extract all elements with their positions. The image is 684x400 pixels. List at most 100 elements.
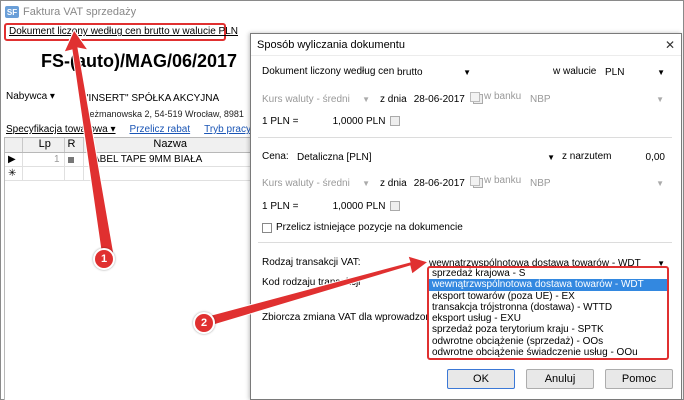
- doc-basis-link[interactable]: Dokument liczony według cen brutto w wal…: [4, 23, 238, 41]
- chevron-down-icon: ▼: [362, 178, 370, 188]
- help-button[interactable]: Pomoc: [605, 369, 673, 389]
- rate1-bank-checkbox: [470, 91, 480, 102]
- close-icon[interactable]: ✕: [665, 38, 675, 52]
- doc-basis-combo[interactable]: brutto ▼: [394, 64, 474, 80]
- dialog-titlebar: Sposób wyliczania dokumentu: [251, 34, 681, 56]
- rate2-conv-row: 1 PLN = 1,0000 PLN: [262, 198, 401, 214]
- rate2-conv-left: 1 PLN =: [262, 200, 299, 212]
- rate2-bank-checkbox: [470, 175, 480, 186]
- rate1-conv-field: 1,0000 PLN: [332, 115, 386, 127]
- divider: [258, 242, 672, 243]
- currency-label-wrap: w walucie: [553, 66, 596, 77]
- rate2-bank-wrap: w banku: [470, 175, 521, 186]
- cena-value: Detaliczna [PLN]: [297, 151, 372, 163]
- rate2-date-wrap: z dnia 28-06-2017: [380, 175, 483, 191]
- nabywca-label: Nabywca: [6, 91, 48, 102]
- rate1-conv-row: 1 PLN = 1,0000 PLN: [262, 113, 401, 129]
- chevron-down-icon: ▼: [547, 152, 555, 162]
- list-item[interactable]: odwrotne obciążenie świadczenie usług - …: [429, 347, 667, 358]
- cena-label-wrap: Cena:: [262, 151, 289, 162]
- narzut-field[interactable]: 0,00: [614, 149, 668, 165]
- rate1-row: Kurs waluty - średni ▼: [262, 91, 370, 107]
- rate2-date-field: 28-06-2017: [413, 177, 465, 189]
- list-item[interactable]: eksport usług - EXU: [429, 313, 667, 324]
- cell-nazwa: [84, 167, 253, 180]
- chevron-down-icon: ▾: [49, 91, 55, 102]
- przelicz-rabat-link[interactable]: Przelicz rabat: [130, 124, 191, 135]
- recalc-checkbox-row[interactable]: Przelicz istniejące pozycje na dokumenci…: [262, 222, 463, 233]
- currency-label: w walucie: [553, 66, 597, 77]
- cell-lp: [23, 167, 65, 180]
- new-row-icon: ✳: [5, 167, 23, 180]
- invoice-titlebar: SF Faktura VAT sprzedaży: [1, 1, 683, 23]
- table-row[interactable]: ▶ 1 LABEL TAPE 9MM BIAŁA: [5, 153, 253, 167]
- list-item[interactable]: eksport towarów (poza UE) - EX: [429, 291, 667, 302]
- list-item[interactable]: transakcja trójstronna (dostawa) - WTTD: [429, 302, 667, 313]
- doc-basis-label: Dokument liczony według cen: [262, 66, 395, 77]
- nabywca-button[interactable]: Nabywca ▾: [6, 91, 55, 102]
- zbiorcza-label-wrap: Zbiorcza zmiana VAT dla wprowadzonych: [262, 312, 447, 323]
- cena-combo[interactable]: Detaliczna [PLN] ▼: [294, 149, 558, 165]
- rate1-conv-left: 1 PLN =: [262, 115, 299, 127]
- list-item-selected[interactable]: wewnątrzwspólnotowa dostawa towarów - WD…: [429, 279, 667, 291]
- ok-button[interactable]: OK: [447, 369, 515, 389]
- cell-nazwa: LABEL TAPE 9MM BIAŁA: [87, 154, 203, 165]
- grid-col-nazwa: Nazwa: [153, 138, 187, 150]
- rate2-row: Kurs waluty - średni ▼: [262, 175, 370, 191]
- spec-menu[interactable]: Specyfikacja towarowa ▾: [6, 124, 116, 135]
- chevron-down-icon: ▼: [656, 94, 664, 104]
- narzut-label: z narzutem: [562, 151, 612, 162]
- cell-r: [65, 167, 85, 180]
- rate2-bank-label: w banku: [484, 175, 522, 186]
- divider: [258, 137, 672, 138]
- invoice-window-title: Faktura VAT sprzedaży: [23, 6, 137, 18]
- chevron-down-icon: ▼: [362, 94, 370, 104]
- grid-col-r: R: [65, 138, 85, 152]
- spec-label: Specyfikacja towarowa: [6, 124, 108, 135]
- callout-badge-2: 2: [193, 312, 215, 334]
- rate1-date-label: z dnia: [380, 93, 407, 105]
- chevron-down-icon: ▼: [657, 67, 665, 77]
- narzut-wrap: z narzutem: [562, 151, 611, 162]
- kod-label-wrap: Kod rodzaju transakcji: [262, 277, 360, 288]
- recalc-checkbox[interactable]: [262, 222, 272, 233]
- currency-combo[interactable]: PLN ▼: [602, 64, 668, 80]
- vat-trans-label-wrap: Rodzaj transakcji VAT:: [262, 257, 361, 268]
- table-row-new[interactable]: ✳: [5, 167, 253, 181]
- row-pointer-icon: ▶: [5, 153, 23, 166]
- narzut-value: 0,00: [645, 151, 665, 163]
- grid-header: Lp R Nazwa: [5, 138, 253, 153]
- rate1-date-wrap: z dnia 28-06-2017: [380, 91, 483, 107]
- spec-toolbar: Specyfikacja towarowa ▾ Przelicz rabat T…: [6, 124, 266, 135]
- rate2-conv-field: 1,0000 PLN: [332, 200, 386, 212]
- list-item[interactable]: odwrotne obciążenie (sprzedaż) - OOs: [429, 336, 667, 347]
- rate2-bank-combo: NBP ▼: [527, 175, 667, 191]
- cena-label: Cena:: [262, 151, 289, 162]
- rate1-bank-wrap: w banku: [470, 91, 521, 102]
- dialog-title: Sposób wyliczania dokumentu: [257, 38, 405, 51]
- recalc-label: Przelicz istniejące pozycje na dokumenci…: [276, 222, 463, 233]
- grid-col-indicator: [5, 138, 23, 152]
- kod-label: Kod rodzaju transakcji: [262, 277, 361, 288]
- list-item[interactable]: sprzedaż krajowa - S: [429, 268, 667, 279]
- calculator-icon: [390, 116, 401, 126]
- customer-name: "INSERT" SPÓŁKA AKCYJNA: [85, 93, 220, 104]
- rate2-kurs-label: Kurs waluty - średni: [262, 177, 350, 189]
- cell-r: [65, 153, 85, 166]
- rate1-bank-label: w banku: [484, 91, 522, 102]
- vat-trans-options: sprzedaż krajowa - S wewnątrzwspólnotowa…: [427, 266, 669, 361]
- grid-col-lp: Lp: [23, 138, 65, 152]
- rate2-date-label: z dnia: [380, 177, 407, 189]
- row-marker-icon: [67, 156, 74, 163]
- rate2-bank-value: NBP: [530, 177, 551, 189]
- list-item[interactable]: sprzedaż poza terytorium kraju - SPTK: [429, 324, 667, 335]
- rate1-kurs-label: Kurs waluty - średni: [262, 93, 350, 105]
- rate1-bank-value: NBP: [530, 93, 551, 105]
- app-icon: SF: [5, 6, 19, 18]
- cancel-button[interactable]: Anuluj: [526, 369, 594, 389]
- calculator-icon: [390, 201, 401, 211]
- items-grid[interactable]: Lp R Nazwa ▶ 1 LABEL TAPE 9MM BIAŁA ✳: [4, 137, 254, 400]
- zbiorcza-label: Zbiorcza zmiana VAT dla wprowadzonych: [262, 312, 447, 323]
- doc-number: FS-(auto)/MAG/06/2017: [41, 51, 238, 71]
- rate1-date-field: 28-06-2017: [413, 93, 465, 105]
